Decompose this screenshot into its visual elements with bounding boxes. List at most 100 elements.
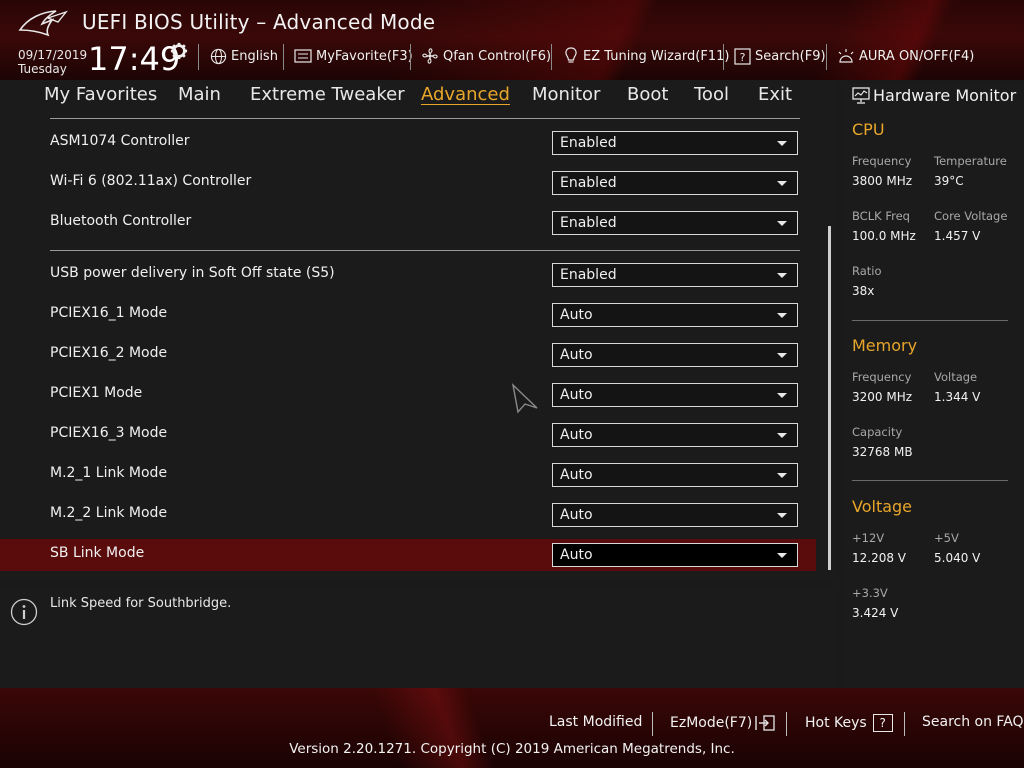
day-value: Tuesday (18, 62, 67, 76)
main-tab-bar: My Favorites Main Extreme Tweaker Advanc… (0, 80, 838, 114)
setting-dropdown[interactable]: Auto (552, 463, 798, 487)
hot-keys-label: Hot Keys (805, 715, 867, 731)
cpu-frequency-value: 3800 MHz (852, 174, 913, 188)
section-divider (50, 250, 800, 251)
mouse-cursor-icon (511, 382, 538, 414)
toolbar-separator (198, 44, 199, 70)
ezmode-button[interactable]: EzMode(F7) (670, 714, 776, 732)
ez-tuning-wizard-button[interactable]: EZ Tuning Wizard(F11) (563, 46, 729, 66)
dropdown-value: Enabled (560, 175, 617, 191)
aura-toggle-button[interactable]: AURA ON/OFF(F4) (837, 46, 974, 66)
dropdown-value: Auto (560, 347, 593, 363)
setting-row-pciex16-1[interactable]: PCIEX16_1 Mode Auto (0, 299, 816, 331)
setting-dropdown[interactable]: Auto (552, 303, 798, 327)
mem-voltage-value: 1.344 V (934, 390, 981, 404)
bottom-footer: Last Modified EzMode(F7) Hot Keys ? Sear… (0, 688, 1024, 768)
aura-label: AURA ON/OFF(F4) (859, 48, 975, 64)
version-text: Version 2.20.1271. Copyright (C) 2019 Am… (289, 741, 735, 757)
qfan-control-button[interactable]: Qfan Control(F6) (421, 46, 551, 66)
v5-label: +5V (934, 531, 959, 545)
gear-icon[interactable] (170, 42, 188, 60)
chevron-down-icon (777, 473, 787, 478)
myfavorite-label: MyFavorite(F3) (316, 48, 413, 64)
setting-row-pciex16-2[interactable]: PCIEX16_2 Mode Auto (0, 339, 816, 371)
setting-row-wifi6[interactable]: Wi-Fi 6 (802.11ax) Controller Enabled (0, 167, 816, 199)
tab-my-favorites[interactable]: My Favorites (44, 84, 157, 105)
cpu-temperature-label: Temperature (934, 154, 1007, 168)
tab-extreme-tweaker[interactable]: Extreme Tweaker (250, 84, 405, 105)
setting-dropdown[interactable]: Auto (552, 543, 798, 567)
core-voltage-label: Core Voltage (934, 209, 1008, 223)
setting-row-bluetooth[interactable]: Bluetooth Controller Enabled (0, 207, 816, 239)
dropdown-value: Enabled (560, 215, 617, 231)
tab-advanced[interactable]: Advanced (421, 84, 510, 105)
language-label: English (231, 48, 278, 64)
setting-row-m2-2[interactable]: M.2_2 Link Mode Auto (0, 499, 816, 531)
toolbar-separator (283, 44, 284, 70)
toolbar-separator (723, 44, 724, 70)
chevron-down-icon (777, 433, 787, 438)
mem-frequency-label: Frequency (852, 370, 912, 384)
setting-dropdown[interactable]: Enabled (552, 131, 798, 155)
footer-separator (652, 712, 653, 736)
ezmode-label: EzMode(F7) (670, 715, 753, 731)
setting-dropdown[interactable]: Auto (552, 343, 798, 367)
dropdown-value: Auto (560, 307, 593, 323)
tab-monitor[interactable]: Monitor (532, 84, 600, 105)
chevron-down-icon (777, 273, 787, 278)
setting-dropdown[interactable]: Enabled (552, 263, 798, 287)
tab-tool[interactable]: Tool (694, 84, 729, 105)
setting-row-pciex16-3[interactable]: PCIEX16_3 Mode Auto (0, 419, 816, 451)
voltage-heading: Voltage (852, 497, 913, 516)
last-modified-button[interactable]: Last Modified (549, 714, 642, 730)
help-text: Link Speed for Southbridge. (50, 596, 232, 611)
last-modified-label: Last Modified (549, 714, 643, 730)
cpu-heading: CPU (852, 120, 885, 139)
section-divider (50, 118, 800, 119)
language-button[interactable]: English (210, 46, 278, 66)
cpu-frequency-label: Frequency (852, 154, 912, 168)
setting-label: M.2_2 Link Mode (50, 505, 168, 521)
setting-dropdown[interactable]: Auto (552, 383, 798, 407)
dropdown-value: Auto (560, 427, 593, 443)
setting-row-sb-link[interactable]: SB Link Mode Auto (0, 539, 816, 571)
footer-separator (786, 712, 787, 736)
chevron-down-icon (777, 181, 787, 186)
dropdown-value: Enabled (560, 267, 617, 283)
search-faq-button[interactable]: Search on FAQ (922, 714, 1024, 730)
globe-icon (210, 48, 227, 64)
setting-row-asm1074[interactable]: ASM1074 Controller Enabled (0, 127, 816, 159)
cpu-temperature-value: 39°C (934, 174, 964, 188)
settings-scrollbar[interactable] (828, 226, 831, 570)
hot-keys-button[interactable]: Hot Keys ? (805, 714, 893, 732)
setting-label: Bluetooth Controller (50, 213, 192, 229)
setting-row-m2-1[interactable]: M.2_1 Link Mode Auto (0, 459, 816, 491)
setting-label: ASM1074 Controller (50, 133, 190, 149)
footer-separator (904, 712, 905, 736)
setting-row-usb-power-delivery[interactable]: USB power delivery in Soft Off state (S5… (0, 259, 816, 291)
qfan-label: Qfan Control(F6) (443, 48, 552, 64)
tab-boot[interactable]: Boot (627, 84, 668, 105)
chevron-down-icon (777, 313, 787, 318)
bclk-value: 100.0 MHz (852, 229, 916, 243)
setting-label: PCIEX1 Mode (50, 385, 143, 401)
setting-dropdown[interactable]: Auto (552, 423, 798, 447)
tab-exit[interactable]: Exit (758, 84, 792, 105)
fan-icon (422, 48, 438, 64)
hw-divider (852, 320, 1008, 321)
ratio-value: 38x (852, 284, 875, 298)
core-voltage-value: 1.457 V (934, 229, 981, 243)
myfavorite-button[interactable]: MyFavorite(F3) (294, 46, 413, 66)
setting-dropdown[interactable]: Enabled (552, 211, 798, 235)
chevron-down-icon (777, 513, 787, 518)
mem-capacity-label: Capacity (852, 425, 903, 439)
toolbar-separator (410, 44, 411, 70)
search-button[interactable]: ? Search(F9) (734, 46, 826, 66)
setting-row-pciex1[interactable]: PCIEX1 Mode Auto (0, 379, 816, 411)
v33-label: +3.3V (852, 586, 888, 600)
setting-dropdown[interactable]: Auto (552, 503, 798, 527)
top-header: UEFI BIOS Utility – Advanced Mode 09/17/… (0, 0, 1024, 80)
chevron-down-icon (777, 353, 787, 358)
tab-main[interactable]: Main (178, 84, 221, 105)
setting-dropdown[interactable]: Enabled (552, 171, 798, 195)
